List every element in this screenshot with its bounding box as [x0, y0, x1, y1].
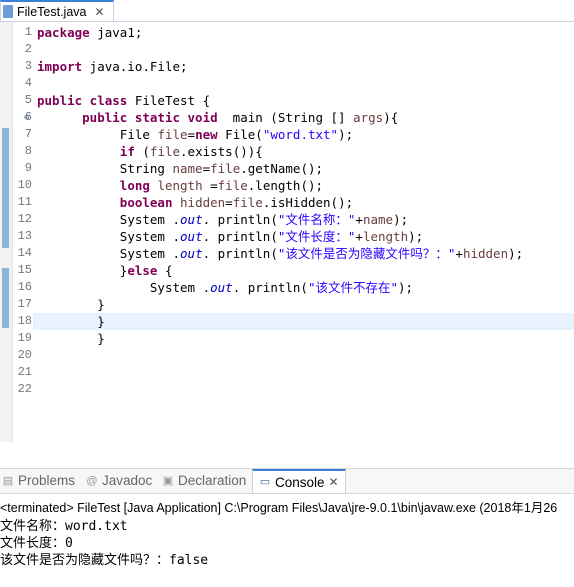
- line-number: 9: [24, 161, 32, 175]
- code-line: long length =file.length();: [119, 178, 324, 193]
- javadoc-icon: @: [86, 474, 98, 487]
- line-number: 15: [17, 263, 32, 277]
- line-number: 2: [24, 42, 32, 56]
- line-number: 8: [24, 144, 32, 158]
- line-number: 5: [24, 93, 32, 107]
- line-number: 4: [24, 76, 32, 90]
- code-line: boolean hidden=file.isHidden();: [119, 195, 354, 210]
- line-number: 3: [24, 59, 32, 73]
- code-line: public class FileTest {: [37, 93, 211, 108]
- tab-filetest-java[interactable]: FileTest.java ✕: [0, 0, 114, 21]
- code-line: System .out. println("该文件不存在");: [149, 280, 414, 295]
- views-tab-bar: ▤ Problems @ Javadoc ▣ Declaration ▭ Con…: [0, 468, 574, 494]
- console-status: <terminated> FileTest [Java Application]…: [0, 501, 558, 515]
- change-marker: [2, 268, 9, 328]
- code-line: if (file.exists()){: [119, 144, 263, 159]
- line-number: 18: [17, 314, 32, 328]
- console-icon: ▭: [259, 476, 271, 488]
- line-number: 1: [24, 25, 32, 39]
- line-number: 11: [17, 195, 32, 209]
- tab-label: Javadoc: [102, 473, 153, 488]
- code-line: package java1;: [37, 25, 143, 40]
- code-line: import java.io.File;: [37, 59, 188, 74]
- line-number: 19: [17, 331, 32, 345]
- tab-javadoc[interactable]: @ Javadoc: [86, 473, 152, 488]
- code-line: System .out. println("文件长度："+length);: [119, 229, 424, 244]
- line-number: 21: [17, 365, 32, 379]
- line-number: 12: [17, 212, 32, 226]
- line-number: 14: [17, 246, 32, 260]
- code-line: public static void main (String [] args)…: [82, 110, 399, 125]
- line-number: 22: [17, 382, 32, 396]
- java-file-icon: [3, 5, 13, 18]
- tab-console[interactable]: ▭ Console ✕: [252, 469, 346, 494]
- problems-icon: ▤: [2, 474, 14, 487]
- tab-label: Declaration: [178, 473, 247, 488]
- line-number: 17: [17, 297, 32, 311]
- change-marker: [2, 128, 9, 248]
- fold-collapse-icon[interactable]: ⊖: [24, 113, 29, 123]
- line-number-gutter: 1 2 3 4 5 6 7 8 9 10 11 12 13 14 15 16 1…: [12, 24, 32, 398]
- code-line: }: [97, 331, 105, 346]
- tab-label: Problems: [18, 473, 76, 488]
- code-line: }else {: [119, 263, 173, 278]
- console-view[interactable]: <terminated> FileTest [Java Application]…: [0, 494, 574, 587]
- line-number: 20: [17, 348, 32, 362]
- code-line: System .out. println("该文件是否为隐藏文件吗？："+hid…: [119, 246, 524, 261]
- line-number: 16: [17, 280, 32, 294]
- code-area[interactable]: package java1; import java.io.File; publ…: [33, 24, 574, 398]
- editor-tab-bar: FileTest.java ✕: [0, 0, 574, 22]
- line-number: 7: [24, 127, 32, 141]
- code-line: String name=file.getName();: [119, 161, 324, 176]
- code-editor[interactable]: 1 2 3 4 5 6 7 8 9 10 11 12 13 14 15 16 1…: [0, 22, 574, 442]
- current-line: }: [33, 313, 574, 330]
- tab-label: FileTest.java: [17, 4, 87, 19]
- tab-label: Console: [275, 474, 325, 490]
- tab-declaration[interactable]: ▣ Declaration: [162, 473, 247, 488]
- console-output-line: 该文件是否为隐藏文件吗？：false: [0, 553, 209, 568]
- code-line: System .out. println("文件名称："+name);: [119, 212, 409, 227]
- close-icon[interactable]: ✕: [94, 5, 104, 19]
- line-number: 13: [17, 229, 32, 243]
- line-number: 10: [17, 178, 32, 192]
- declaration-icon: ▣: [162, 474, 174, 487]
- code-line: }: [97, 297, 105, 312]
- tab-problems[interactable]: ▤ Problems: [2, 473, 75, 488]
- close-icon[interactable]: ✕: [329, 475, 339, 489]
- code-line: File file=new File("word.txt");: [119, 127, 354, 142]
